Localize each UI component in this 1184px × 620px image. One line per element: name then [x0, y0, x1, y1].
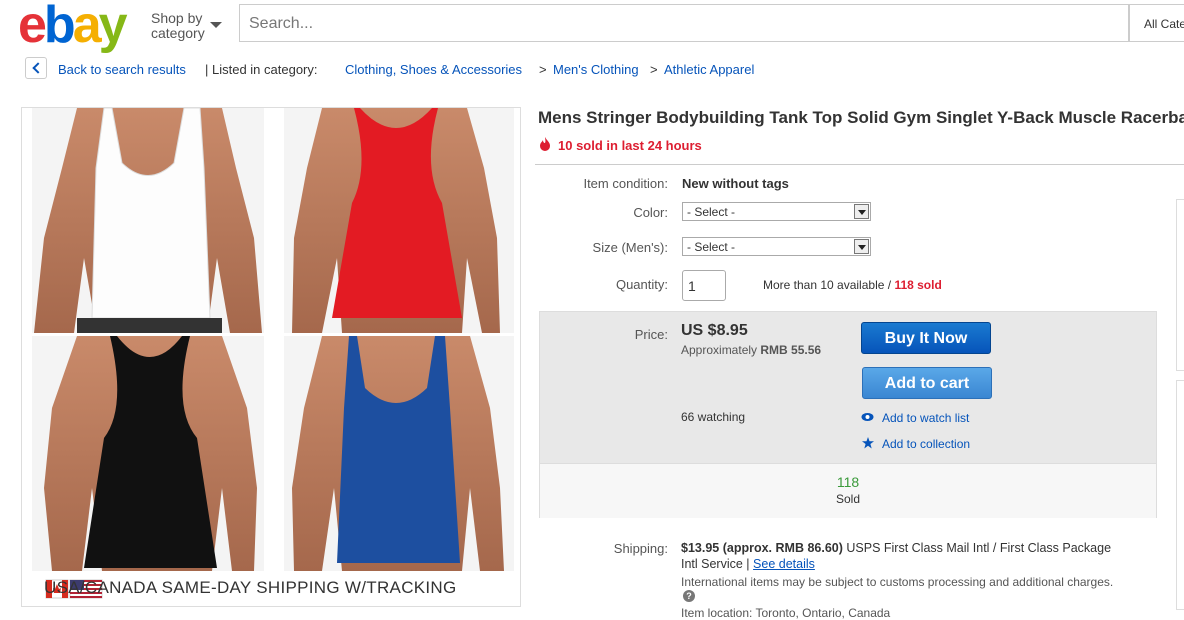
logo-letter-b: b: [43, 0, 76, 54]
buy-it-now-button[interactable]: Buy It Now: [861, 322, 991, 354]
color-label: Color:: [633, 205, 668, 220]
quantity-input[interactable]: 1: [682, 270, 726, 301]
availability-label: More than 10 available /: [763, 278, 892, 292]
fire-icon: [540, 137, 550, 151]
add-to-watch-list-link[interactable]: Add to watch list: [882, 411, 969, 425]
add-to-collection-link[interactable]: Add to collection: [882, 437, 970, 451]
white-tank-photo: [32, 107, 264, 333]
size-select[interactable]: - Select -: [682, 237, 871, 256]
breadcrumb-separator: >: [539, 62, 547, 77]
customs-note: International items may be subject to cu…: [681, 575, 1114, 589]
see-details-link[interactable]: See details: [753, 557, 815, 571]
shipping-service-line1: USPS First Class Mail Intl / First Class…: [846, 541, 1112, 555]
item-location: Item location: Toronto, Ontario, Canada: [681, 606, 891, 620]
product-image-panel[interactable]: [21, 107, 521, 607]
color-select[interactable]: - Select -: [682, 202, 871, 221]
watching-count: 66 watching: [681, 410, 746, 424]
eye-icon: [861, 413, 874, 421]
condition-value: New without tags: [682, 176, 789, 191]
shipping-label: Shipping:: [613, 541, 668, 556]
shop-by-category-button[interactable]: Shop by category: [151, 11, 205, 41]
divider: [535, 164, 1184, 165]
size-select-value: - Select -: [687, 240, 736, 254]
breadcrumb-clothing[interactable]: Clothing, Shoes & Accessories: [345, 62, 522, 77]
logo-letter-e: e: [18, 0, 47, 54]
back-arrow-icon[interactable]: [25, 57, 47, 79]
back-to-search-link[interactable]: Back to search results: [58, 62, 186, 77]
help-icon[interactable]: ?: [683, 590, 695, 602]
approx-price: Approximately RMB 55.56: [681, 343, 821, 357]
dropdown-arrow-icon[interactable]: [854, 204, 869, 219]
red-tank-photo: [284, 108, 514, 333]
sold-number: 118: [836, 474, 860, 490]
ebay-logo[interactable]: ebay: [18, 0, 128, 54]
approx-prefix: Approximately: [681, 343, 758, 357]
price-label: Price:: [634, 327, 668, 342]
sold-summary-box: [540, 463, 1156, 518]
breadcrumb-mens-clothing[interactable]: Men's Clothing: [553, 62, 639, 77]
product-image: [32, 107, 514, 599]
price-value: US $8.95: [681, 322, 748, 339]
sold-label: Sold: [835, 492, 861, 506]
breadcrumb-athletic-apparel[interactable]: Athletic Apparel: [664, 62, 754, 77]
listing-title: Mens Stringer Bodybuilding Tank Top Soli…: [538, 108, 1184, 127]
star-icon: [862, 437, 874, 449]
sold-last-24h: 10 sold in last 24 hours: [558, 138, 702, 153]
sold-count-link[interactable]: 118 sold: [894, 278, 941, 292]
shipping-banner-text: USA/CANADA SAME-DAY SHIPPING W/TRACKING: [44, 578, 457, 597]
approx-value: RMB 55.56: [760, 343, 822, 357]
shop-by-line2: category: [151, 25, 205, 41]
shipping-details: $13.95 (approx. RMB 86.60) USPS First Cl…: [681, 540, 1161, 572]
search-input[interactable]: Search...: [239, 4, 1129, 42]
logo-letter-a: a: [72, 0, 102, 54]
caret-down-icon[interactable]: [210, 22, 222, 28]
availability-text: More than 10 available / 118 sold: [763, 278, 942, 292]
shipping-approx: (approx. RMB 86.60): [722, 541, 843, 555]
shipping-cost: $13.95: [681, 541, 720, 555]
logo-letter-y: y: [98, 0, 128, 54]
breadcrumb-separator: >: [650, 62, 658, 77]
seller-info-box: [1176, 199, 1184, 371]
add-to-cart-button[interactable]: Add to cart: [862, 367, 992, 399]
shipping-service-line2: Intl Service |: [681, 557, 750, 571]
black-tank-photo: [32, 336, 264, 571]
category-select[interactable]: All Categories: [1129, 4, 1184, 42]
listed-in-label: | Listed in category:: [205, 62, 318, 77]
seller-info-box-2: [1176, 380, 1184, 610]
shop-by-line1: Shop by: [151, 10, 203, 26]
size-label: Size (Men's):: [592, 240, 668, 255]
color-select-value: - Select -: [687, 205, 736, 219]
blue-tank-photo: [284, 336, 514, 571]
dropdown-arrow-icon[interactable]: [854, 239, 869, 254]
quantity-label: Quantity:: [615, 277, 668, 292]
condition-label: Item condition:: [583, 176, 668, 191]
